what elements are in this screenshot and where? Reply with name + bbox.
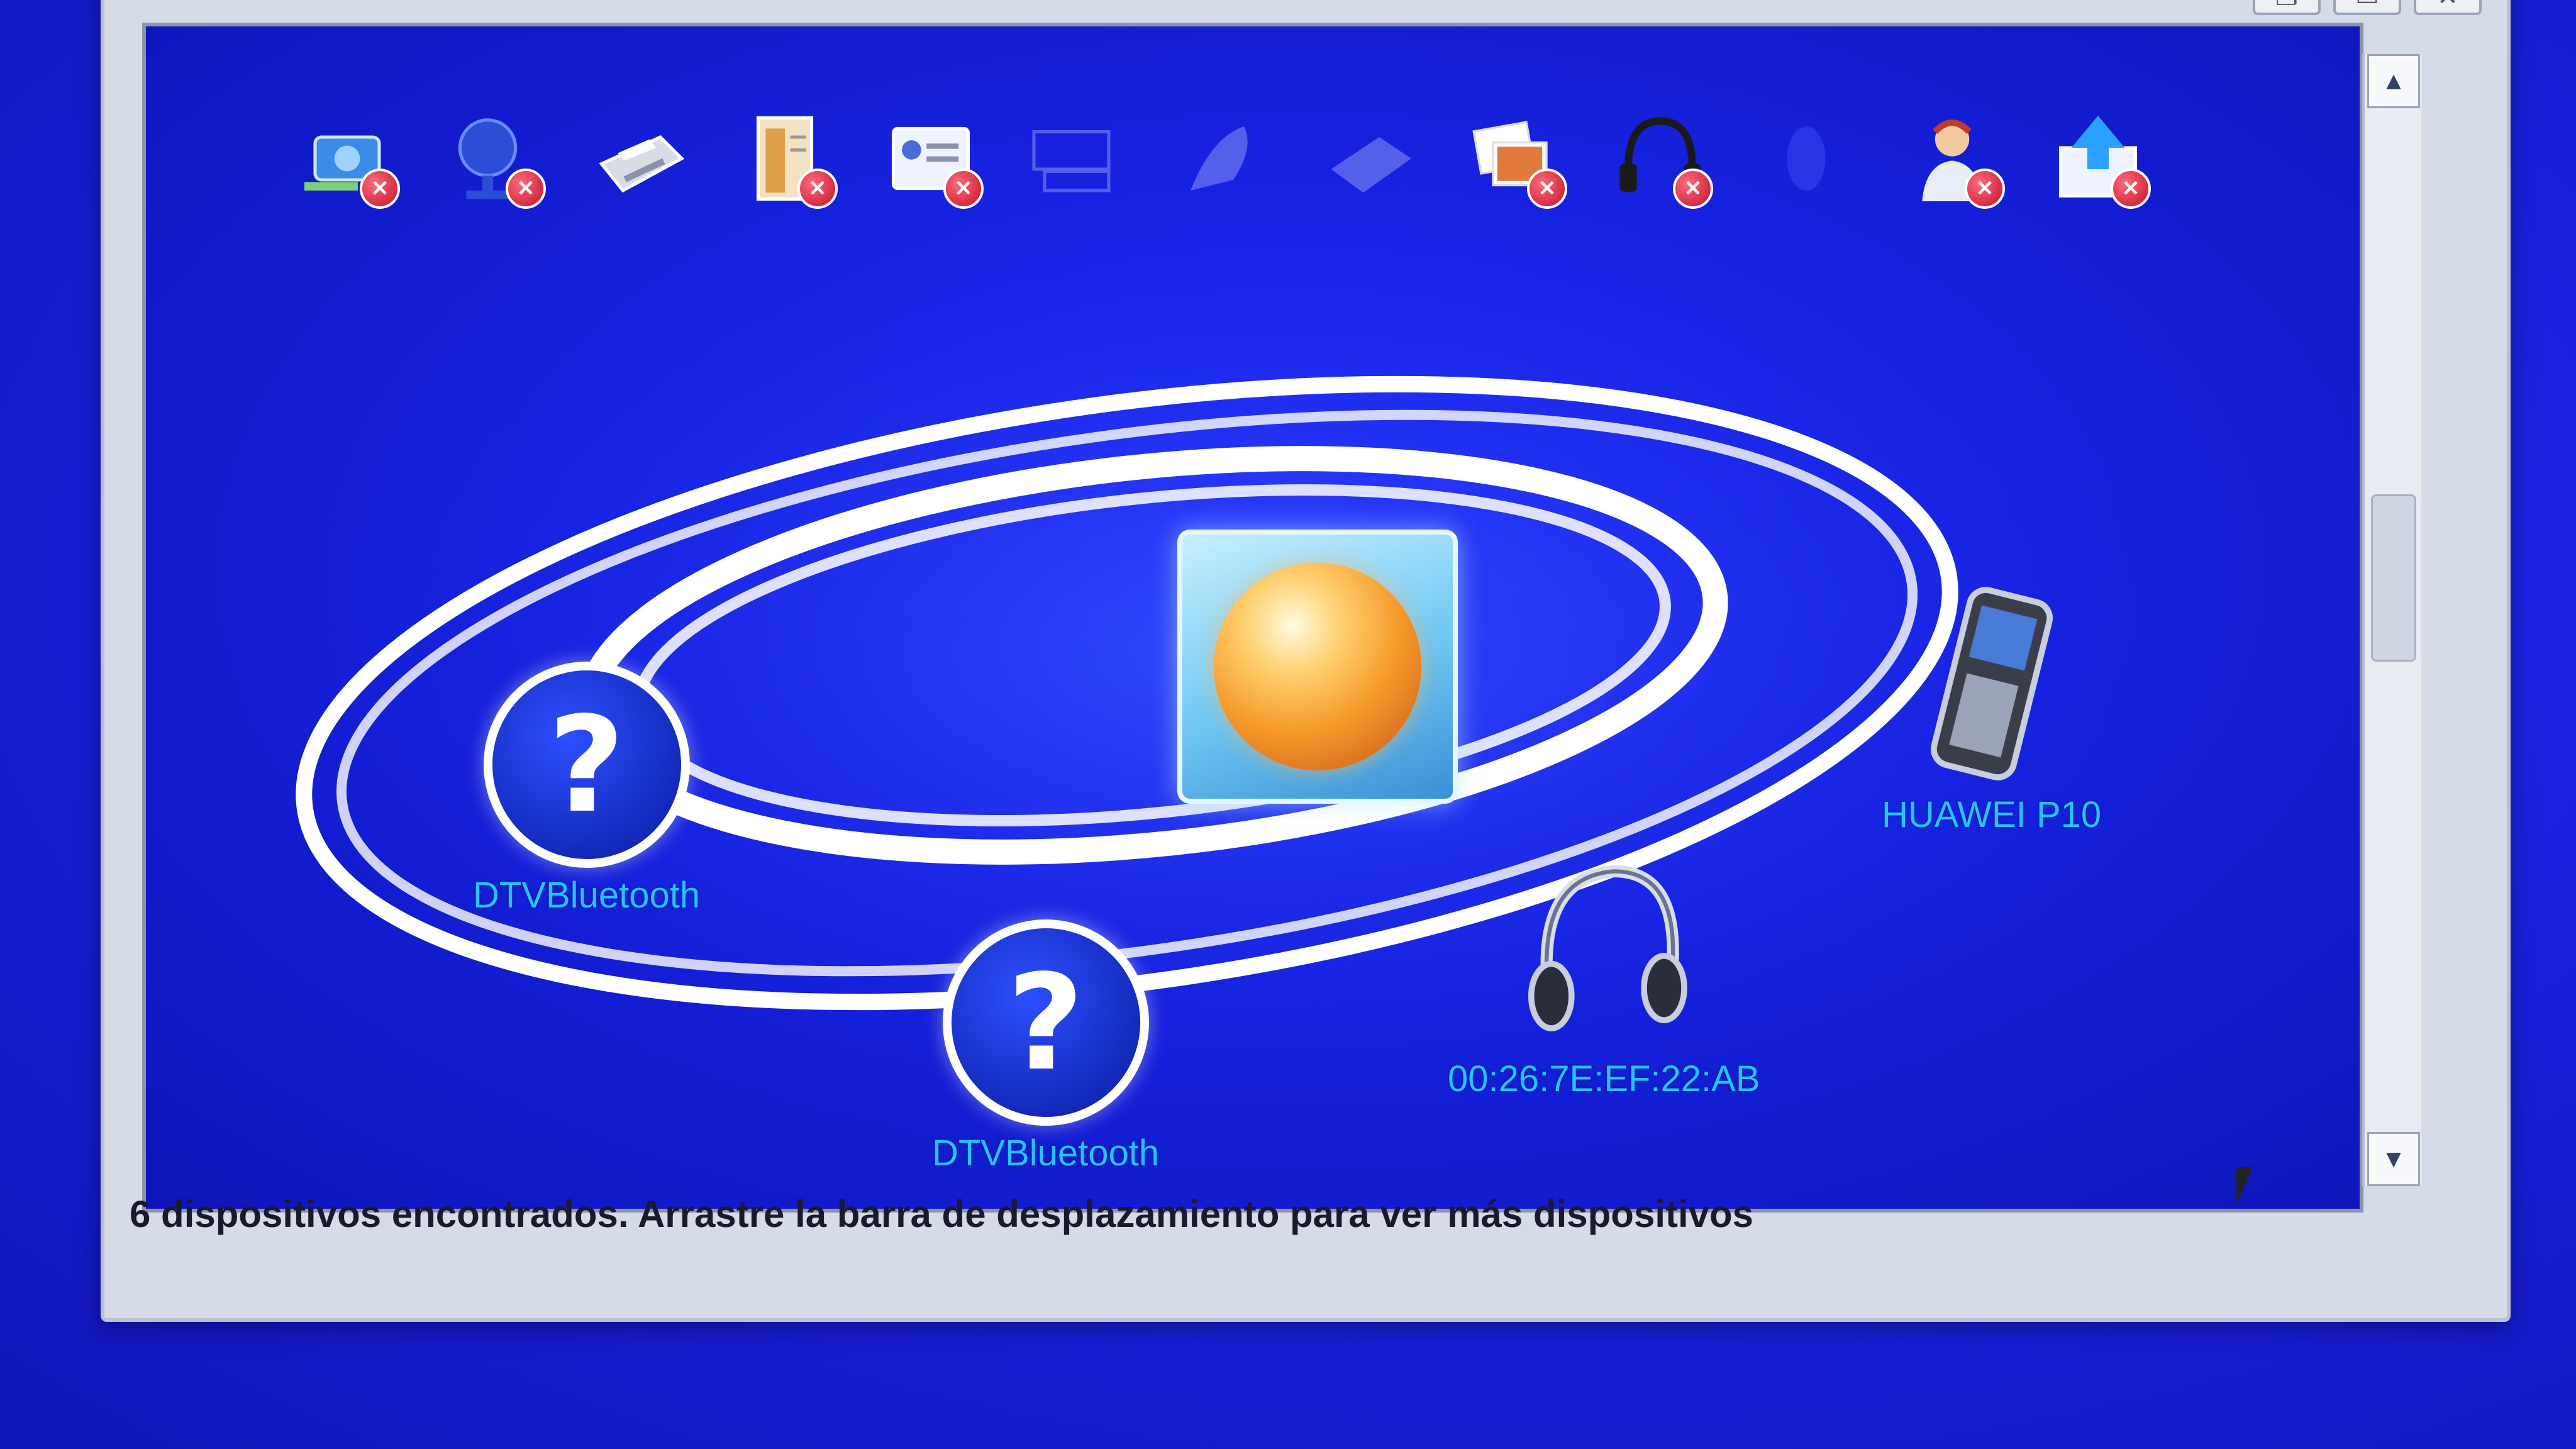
device-headphones[interactable]: 00:26:7E:EF:22:AB <box>1448 844 1760 1100</box>
image-transfer-tool[interactable]: ✕ <box>1458 96 1571 221</box>
window-controls: ❐ ▭ ✕ <box>2253 0 2482 15</box>
keyboard-tool[interactable] <box>1020 96 1133 221</box>
vertical-scrollbar[interactable]: ▲ ▼ <box>2362 54 2421 1186</box>
device-label: DTVBluetooth <box>473 875 701 916</box>
personal-network-tool[interactable]: ✕ <box>1896 96 2009 221</box>
close-button[interactable]: ✕ <box>2414 0 2482 15</box>
printer-tool[interactable] <box>582 96 696 221</box>
unavailable-badge-icon: ✕ <box>1527 169 1567 209</box>
bluetooth-tool[interactable] <box>1750 96 1863 221</box>
unavailable-badge-icon: ✕ <box>1965 169 2005 209</box>
device-label: HUAWEI P10 <box>1882 794 2102 835</box>
unavailable-badge-icon: ✕ <box>943 169 984 209</box>
device-unknown-1[interactable]: ? DTVBluetooth <box>473 662 700 916</box>
orb-icon <box>1214 563 1421 770</box>
network-globe-tool[interactable]: ✕ <box>436 96 550 221</box>
device-label: DTVBluetooth <box>932 1133 1160 1174</box>
status-text: 6 dispositivos encontrados. Arrastre la … <box>130 1193 1754 1235</box>
mouse-cursor-icon <box>2236 1167 2253 1205</box>
bluetooth-icon <box>1787 126 1826 191</box>
maximize-button[interactable]: ▭ <box>2333 0 2401 15</box>
device-label: 00:26:7E:EF:22:AB <box>1448 1058 1760 1099</box>
unavailable-badge-icon: ✕ <box>506 169 546 209</box>
camera-device-tool[interactable]: ✕ <box>291 96 404 221</box>
unknown-device-icon: ? <box>483 662 690 868</box>
restore-button[interactable]: ❐ <box>2253 0 2321 15</box>
mobile-phone-icon <box>1930 587 2053 780</box>
service-toolbar: ✕ ✕ ✕ ✕ ✕ ✕ ✕ ✕ <box>291 96 2155 221</box>
local-computer-icon[interactable] <box>1177 530 1458 804</box>
device-phone[interactable]: HUAWEI P10 <box>1882 580 2101 836</box>
unavailable-badge-icon: ✕ <box>2111 169 2151 209</box>
unavailable-badge-icon: ✕ <box>1673 169 1713 209</box>
fax-icon <box>1331 137 1411 193</box>
scroll-thumb[interactable] <box>2371 494 2416 662</box>
headset-tool[interactable]: ✕ <box>1604 96 1717 221</box>
unknown-device-icon: ? <box>942 919 1149 1126</box>
mouse-tool[interactable] <box>1166 96 1279 221</box>
unavailable-badge-icon: ✕ <box>360 169 400 209</box>
business-card-tool[interactable]: ✕ <box>874 96 987 221</box>
fax-tool[interactable] <box>1312 96 1425 221</box>
device-panel: ✕ ✕ ✕ ✕ ✕ ✕ ✕ ✕ ? DTVBluetooth ? DTVBlue… <box>142 23 2363 1213</box>
unavailable-badge-icon: ✕ <box>797 169 838 209</box>
file-transfer-tool[interactable]: ✕ <box>728 96 841 221</box>
headphones-icon <box>1528 865 1688 1031</box>
printer-icon <box>599 135 685 193</box>
mouse-icon <box>1191 126 1248 191</box>
keyboard-icon <box>1032 130 1111 192</box>
desktop-background: ❐ ▭ ✕ <box>0 0 2576 1449</box>
bluetooth-explorer-window: ❐ ▭ ✕ <box>101 0 2511 1322</box>
scroll-up-button[interactable]: ▲ <box>2367 54 2420 108</box>
scroll-down-button[interactable]: ▼ <box>2367 1132 2420 1186</box>
sync-upload-tool[interactable]: ✕ <box>2041 96 2155 221</box>
device-unknown-2[interactable]: ? DTVBluetooth <box>932 919 1159 1174</box>
